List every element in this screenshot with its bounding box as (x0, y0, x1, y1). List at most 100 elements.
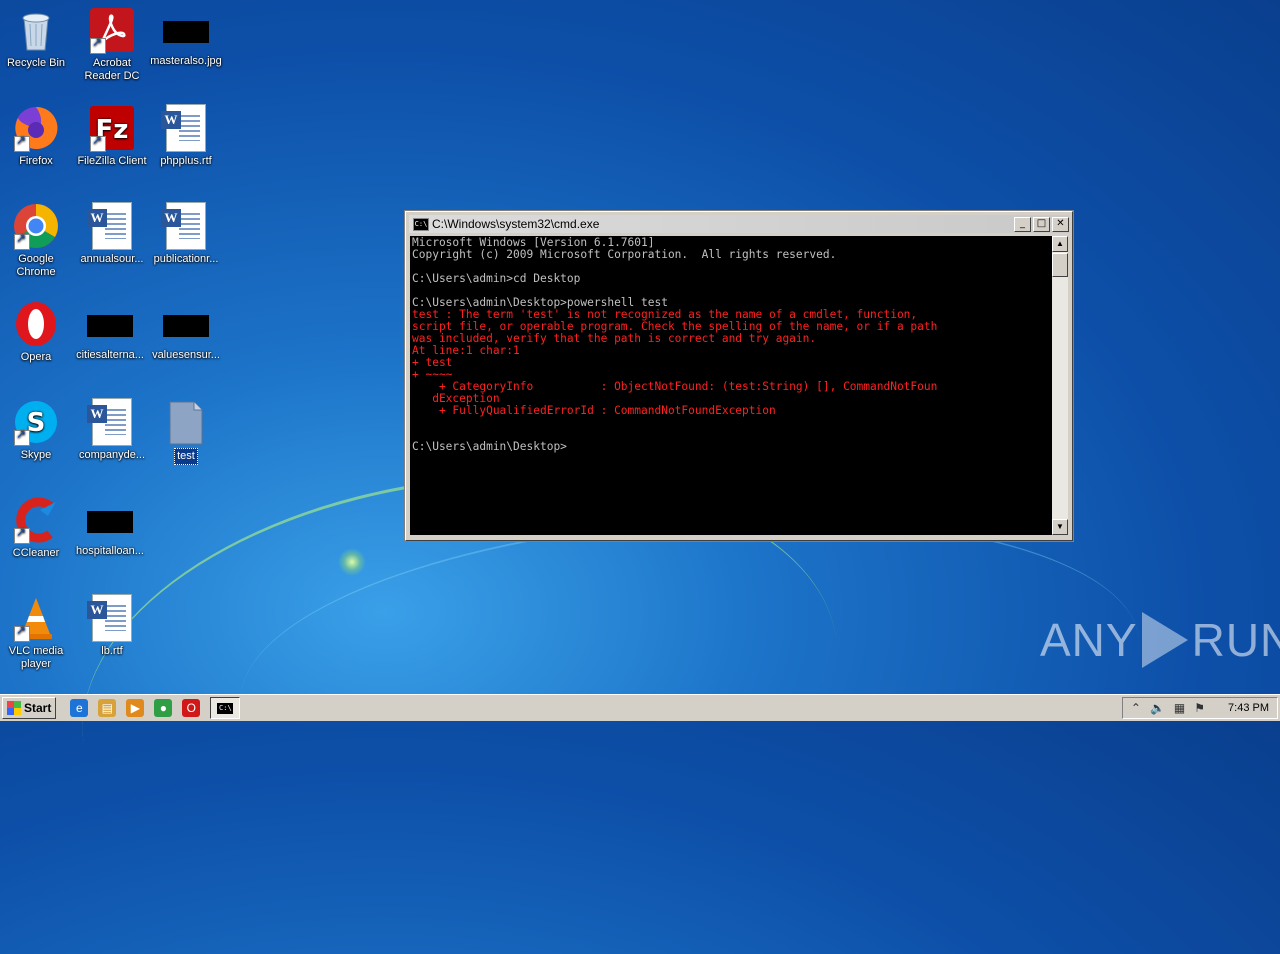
console-error-line: + test (412, 356, 453, 369)
ccleaner-icon (12, 496, 60, 544)
scrollbar-thumb[interactable] (1052, 253, 1068, 277)
desktop-icon-acrobat[interactable]: Acrobat Reader DC (74, 6, 150, 84)
window-titlebar[interactable]: C:\ C:\Windows\system32\cmd.exe _ □ ✕ (409, 215, 1069, 233)
desktop-icon-vlc[interactable]: VLC media player (0, 594, 74, 672)
chrome-icon[interactable]: ● (154, 699, 173, 717)
watermark-text-right: RUN (1191, 614, 1280, 666)
word-document-icon: W (87, 202, 136, 250)
window-title: C:\Windows\system32\cmd.exe (432, 217, 600, 231)
shortcut-arrow-icon (14, 428, 30, 446)
desktop-icon-recycle-bin[interactable]: Recycle Bin (0, 6, 74, 71)
windows-logo-icon (7, 701, 21, 715)
play-logo-icon (1141, 612, 1188, 668)
desktop-icon-chrome[interactable]: Google Chrome (0, 202, 74, 280)
action-center-flag-icon[interactable]: ⚑ (1194, 701, 1205, 715)
desktop-icon-firefox[interactable]: Firefox (0, 104, 74, 169)
taskbar-item-cmd[interactable]: C:\ (210, 697, 241, 719)
media-player-icon[interactable]: ▶ (126, 699, 145, 717)
desktop-icon-label: phpplus.rtf (160, 155, 212, 167)
image-thumbnail (163, 21, 209, 43)
shortcut-arrow-icon (14, 526, 30, 544)
console-output[interactable]: Microsoft Windows [Version 6.1.7601] Copy… (410, 236, 1052, 535)
desktop-icon-label: Opera (20, 351, 52, 363)
filezilla-icon: Fz (88, 104, 136, 152)
cmd-window[interactable]: C:\ C:\Windows\system32\cmd.exe _ □ ✕ Mi… (405, 211, 1073, 541)
file-thumbnail (163, 315, 209, 337)
desktop-icon-test[interactable]: test (148, 398, 224, 465)
console-error-line: At line:1 char:1 (412, 344, 520, 357)
word-document-icon: W (161, 104, 210, 152)
acrobat-icon (88, 6, 136, 54)
desktop-icon-lb[interactable]: W lb.rtf (74, 594, 150, 659)
firefox-icon (12, 104, 60, 152)
desktop-icon-phpplus[interactable]: W phpplus.rtf (148, 104, 224, 169)
desktop-icon-label: hospitalloan... (76, 545, 144, 557)
desktop-icon-label: companyde... (78, 449, 146, 461)
console-line: Copyright (c) 2009 Microsoft Corporation… (412, 248, 837, 261)
file-thumbnail (87, 315, 133, 337)
vertical-scrollbar[interactable]: ▲ ▼ (1052, 236, 1068, 535)
show-hidden-icons-icon[interactable]: ⌃ (1131, 701, 1141, 715)
desktop-icon-opera[interactable]: Opera (0, 300, 74, 365)
skype-icon: S (12, 398, 60, 446)
explorer-icon[interactable]: ▤ (98, 699, 117, 717)
desktop-icon-companyde[interactable]: W companyde... (74, 398, 150, 463)
close-button[interactable]: ✕ (1052, 216, 1069, 232)
desktop-icon-masteralso[interactable]: masteralso.jpg (148, 6, 224, 69)
desktop-icon-publicationr[interactable]: W publicationr... (148, 202, 224, 267)
taskbar: Start e ▤ ▶ ● O C:\ ⌃ 🔈 ▦ ⚑ 7:43 PM (0, 694, 1280, 721)
desktop-icon-valuesensur[interactable]: valuesensur... (148, 300, 224, 363)
scroll-down-arrow-icon[interactable]: ▼ (1052, 519, 1068, 535)
shortcut-arrow-icon (14, 134, 30, 152)
blank-file-icon (162, 398, 210, 446)
network-icon[interactable]: ▦ (1174, 701, 1185, 715)
cmd-taskbar-icon: C:\ (217, 702, 234, 714)
desktop-icon-label: lb.rtf (101, 645, 123, 657)
volume-icon[interactable]: 🔈 (1150, 701, 1165, 715)
desktop-icon-ccleaner[interactable]: CCleaner (0, 496, 74, 561)
scroll-up-arrow-icon[interactable]: ▲ (1052, 236, 1068, 252)
clock[interactable]: 7:43 PM (1228, 702, 1269, 714)
file-thumbnail (87, 511, 133, 533)
desktop-icon-label: Recycle Bin (6, 57, 66, 69)
word-document-icon: W (87, 398, 136, 446)
system-tray: ⌃ 🔈 ▦ ⚑ 7:43 PM (1121, 697, 1278, 719)
desktop-icon-label: Firefox (19, 155, 53, 167)
cmd-app-icon[interactable]: C:\ (413, 217, 429, 231)
console-line: C:\Users\admin>cd Desktop (412, 272, 581, 285)
desktop-icon-annualsour[interactable]: W annualsour... (74, 202, 150, 267)
shortcut-arrow-icon (14, 624, 30, 642)
watermark-text-left: ANY (1040, 614, 1138, 666)
desktop-icon-filezilla[interactable]: Fz FileZilla Client (74, 104, 150, 169)
minimize-button[interactable]: _ (1014, 216, 1031, 232)
shortcut-arrow-icon (90, 36, 106, 54)
console-line: C:\Users\admin\Desktop> (412, 440, 567, 453)
desktop-icon-citiesalterna[interactable]: citiesalterna... (72, 300, 148, 363)
maximize-button[interactable]: □ (1033, 216, 1050, 232)
chrome-icon (12, 202, 60, 250)
start-label: Start (24, 701, 52, 715)
start-button[interactable]: Start (2, 697, 57, 719)
shortcut-arrow-icon (90, 134, 106, 152)
console-error-line: + FullyQualifiedErrorId : CommandNotFoun… (412, 404, 776, 417)
desktop-icon-label: CCleaner (12, 547, 60, 559)
ie-icon[interactable]: e (70, 699, 89, 717)
quick-launch: e ▤ ▶ ● O (70, 699, 201, 717)
opera-icon[interactable]: O (182, 699, 201, 717)
desktop-icon-label: annualsour... (80, 253, 144, 265)
recycle-bin-icon (12, 6, 60, 54)
desktop-icon-hospitalloan[interactable]: hospitalloan... (72, 496, 148, 559)
console-error-line: + CategoryInfo : ObjectNotFound: (test:S… (412, 380, 938, 393)
desktop-icon-label: citiesalterna... (76, 349, 144, 361)
desktop-icon-label: Google Chrome (16, 253, 56, 278)
desktop-icon-label: valuesensur... (152, 349, 220, 361)
desktop-icon-label: VLC media player (8, 645, 64, 670)
desktop-icon-label: FileZilla Client (77, 155, 147, 167)
desktop-icon-label: Acrobat Reader DC (84, 57, 140, 82)
wallpaper-flare (338, 548, 366, 576)
desktop-icon-label-selected: test (174, 448, 198, 465)
desktop-icon-label: masteralso.jpg (150, 55, 222, 67)
desktop-icon-skype[interactable]: S Skype (0, 398, 74, 463)
opera-icon (12, 300, 60, 348)
anyrun-watermark: ANY RUN (1040, 612, 1280, 668)
